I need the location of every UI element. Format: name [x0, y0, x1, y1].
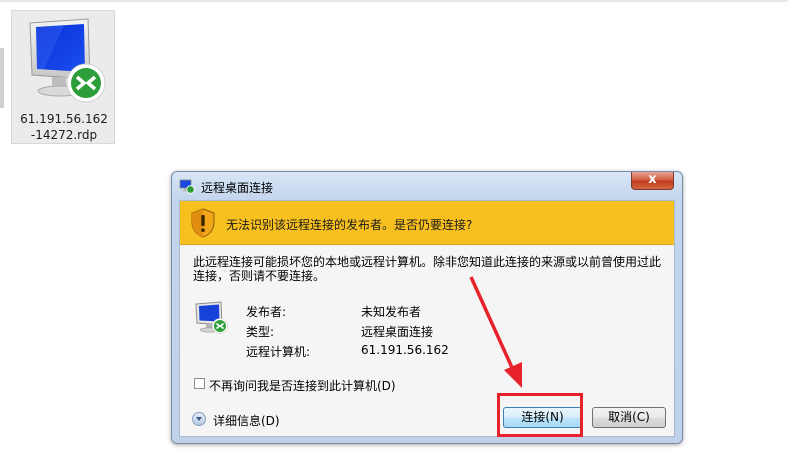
- info-row-type: 类型: 远程桌面连接: [180, 323, 674, 339]
- info-row-remote-computer: 远程计算机: 61.191.56.162: [180, 343, 674, 359]
- desktop-file-rdp[interactable]: 61.191.56.162-14272.rdp: [11, 10, 115, 144]
- warning-banner: 无法识别该远程连接的发布者。是否仍要连接?: [180, 201, 674, 245]
- dont-ask-checkbox[interactable]: [194, 378, 205, 389]
- annotation-arrow: [469, 276, 522, 388]
- close-button[interactable]: x: [631, 172, 674, 190]
- cancel-button[interactable]: 取消(C): [592, 407, 666, 428]
- shield-warning-icon: [191, 208, 215, 238]
- publisher-label: 发布者:: [246, 305, 287, 319]
- remote-desktop-dialog: 远程桌面连接 x 无法识别该远程连接的发布者。是否仍要连接? 此远程连接可能损坏…: [171, 171, 683, 444]
- dont-ask-label[interactable]: 不再询问我是否连接到此计算机(D): [209, 377, 396, 394]
- type-label: 类型:: [246, 325, 275, 339]
- remote-computer-label: 远程计算机:: [246, 345, 311, 359]
- annotation-highlight-box: [497, 393, 583, 437]
- file-name-label: 61.191.56.162-14272.rdp: [20, 112, 108, 142]
- title-bar[interactable]: 远程桌面连接 x: [172, 172, 682, 200]
- warning-description: 此远程连接可能损坏您的本地或远程计算机。除非您知道此连接的来源或以前曾使用过此连…: [193, 255, 662, 283]
- details-expand-button[interactable]: [192, 412, 206, 426]
- info-row-publisher: 发布者: 未知发布者: [180, 303, 674, 319]
- warning-message: 无法识别该远程连接的发布者。是否仍要连接?: [226, 218, 473, 232]
- type-value: 远程桌面连接: [361, 325, 434, 339]
- top-edge: [0, 0, 788, 2]
- dialog-content: 无法识别该远程连接的发布者。是否仍要连接? 此远程连接可能损坏您的本地或远程计算…: [179, 200, 675, 437]
- remote-computer-value: 61.191.56.162: [361, 343, 449, 357]
- details-label[interactable]: 详细信息(D): [213, 412, 280, 429]
- remote-desktop-file-icon: [29, 18, 106, 103]
- left-edge-strip: [0, 48, 4, 108]
- dialog-title: 远程桌面连接: [201, 181, 274, 195]
- remote-desktop-icon: [179, 179, 195, 194]
- publisher-value: 未知发布者: [361, 305, 422, 319]
